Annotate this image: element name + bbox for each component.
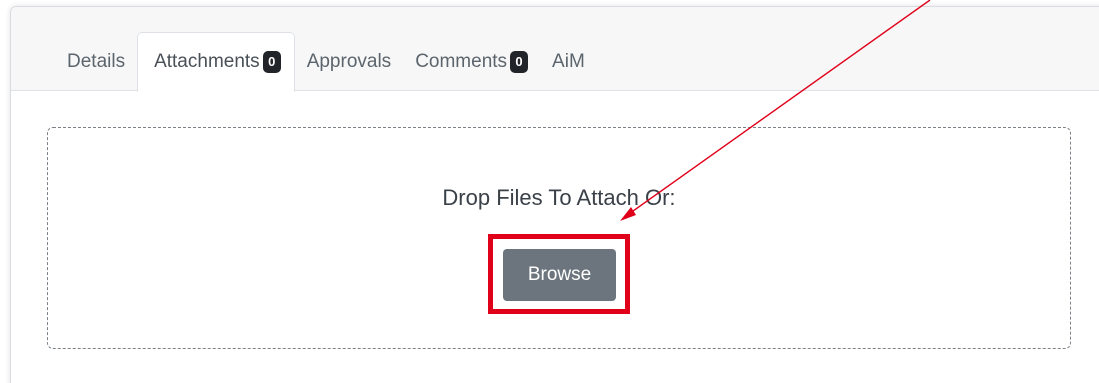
- tab-details-label: Details: [67, 51, 126, 72]
- attachments-card: Details Attachments 0 Approvals Comments…: [10, 6, 1099, 383]
- browse-highlight-box: Browse: [488, 234, 630, 314]
- tab-aim-label: AiM: [552, 51, 585, 72]
- browse-button[interactable]: Browse: [503, 249, 616, 301]
- tab-comments-label: Comments: [415, 51, 508, 72]
- tab-details[interactable]: Details: [55, 33, 137, 91]
- tab-approvals[interactable]: Approvals: [295, 33, 404, 91]
- tab-bar: Details Attachments 0 Approvals Comments…: [55, 32, 597, 92]
- comments-count-badge: 0: [510, 51, 529, 73]
- attachments-count-badge: 0: [262, 51, 281, 73]
- tab-aim[interactable]: AiM: [540, 33, 597, 91]
- tab-comments[interactable]: Comments 0: [403, 33, 540, 91]
- drop-zone-text: Drop Files To Attach Or:: [442, 185, 676, 210]
- tab-approvals-label: Approvals: [306, 51, 392, 72]
- card-header: Details Attachments 0 Approvals Comments…: [11, 7, 1099, 92]
- tab-attachments[interactable]: Attachments 0: [137, 32, 295, 92]
- file-drop-zone[interactable]: Drop Files To Attach Or: Browse: [47, 127, 1071, 349]
- tab-attachments-label: Attachments: [154, 51, 260, 72]
- page: Details Attachments 0 Approvals Comments…: [0, 0, 1099, 383]
